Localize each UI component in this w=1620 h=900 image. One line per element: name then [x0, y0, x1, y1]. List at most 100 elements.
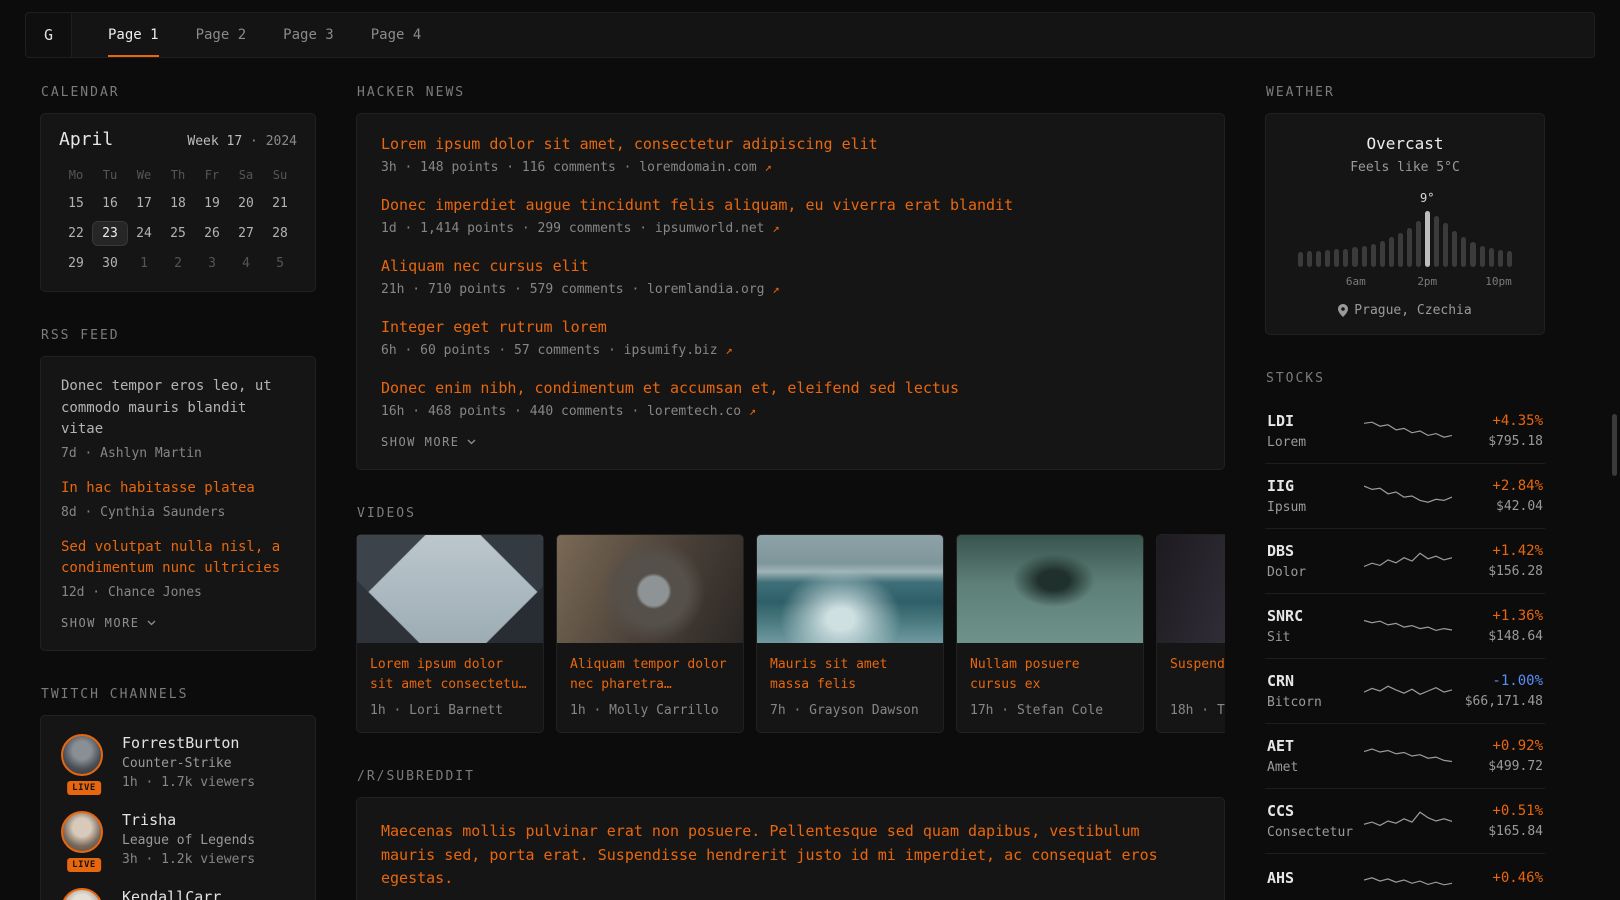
external-link-icon[interactable]: ↗ — [772, 221, 779, 235]
calendar-day: 24 — [127, 222, 161, 245]
weather-bar — [1298, 252, 1303, 267]
video-card[interactable]: Nullam posuere cursus ex 17h · Stefan Co… — [956, 534, 1144, 733]
stock-change: +1.42% — [1457, 543, 1543, 559]
video-card[interactable]: Lorem ipsum dolor sit amet consectetu… 1… — [356, 534, 544, 733]
stock-id: DBS Dolor — [1267, 542, 1359, 580]
stock-change: +0.46% — [1457, 870, 1543, 886]
hn-item-meta: 16h · 468 points · 440 comments · loremt… — [381, 404, 1200, 419]
stock-row[interactable]: SNRC Sit +1.36% $148.64 — [1265, 594, 1545, 659]
channel-name[interactable]: ForrestBurton — [122, 734, 255, 752]
stock-price: $42.04 — [1457, 499, 1543, 514]
top-bar: G Page 1 Page 2 Page 3 Page 4 — [25, 12, 1595, 58]
channel-category[interactable]: Counter-Strike — [122, 756, 255, 771]
hackernews-widget: Lorem ipsum dolor sit amet, consectetur … — [356, 113, 1225, 470]
video-meta: 7h · Grayson Dawson — [757, 695, 943, 732]
weather-bar — [1325, 250, 1330, 267]
hn-item-title[interactable]: Integer eget rutrum lorem — [381, 318, 1200, 336]
hn-item-meta: 1d · 1,414 points · 299 comments · ipsum… — [381, 221, 1200, 236]
video-thumbnail[interactable] — [557, 535, 743, 643]
stock-id: LDI Lorem — [1267, 412, 1359, 450]
subreddit-post-title[interactable]: Maecenas mollis pulvinar erat non posuer… — [381, 820, 1200, 890]
hn-item-title[interactable]: Donec imperdiet augue tincidunt felis al… — [381, 196, 1200, 214]
weather-bar — [1316, 251, 1321, 267]
video-title[interactable]: Mauris sit amet massa felis — [757, 643, 943, 695]
stock-price: $165.84 — [1457, 824, 1543, 839]
hn-meta-text: 21h · 710 points · 579 comments · loreml… — [381, 282, 765, 297]
stock-name: Dolor — [1267, 565, 1359, 580]
weather-bar — [1352, 247, 1357, 267]
video-thumbnail[interactable] — [357, 535, 543, 643]
rss-item: Sed volutpat nulla nisl, a condimentum n… — [61, 537, 295, 600]
stock-row[interactable]: AET Amet +0.92% $499.72 — [1265, 724, 1545, 789]
video-title[interactable]: Nullam posuere cursus ex — [957, 643, 1143, 695]
channel-name[interactable]: KendallCarr — [122, 888, 221, 900]
subreddit-post: Maecenas mollis pulvinar erat non posuer… — [381, 820, 1200, 900]
twitch-channel-row[interactable]: LIVE Trisha League of Legends 3h · 1.2k … — [61, 811, 295, 867]
weather-bar — [1380, 241, 1385, 267]
stock-id: IIG Ipsum — [1267, 477, 1359, 515]
tab-page-2[interactable]: Page 2 — [196, 13, 247, 57]
stock-row[interactable]: IIG Ipsum +2.84% $42.04 — [1265, 464, 1545, 529]
external-link-icon[interactable]: ↗ — [725, 343, 732, 357]
video-card[interactable]: Mauris sit amet massa felis 7h · Grayson… — [756, 534, 944, 733]
rss-item-title[interactable]: Sed volutpat nulla nisl, a condimentum n… — [61, 537, 295, 580]
calendar-day: 22 — [59, 222, 93, 245]
weather-bar — [1334, 249, 1339, 267]
show-more-label: SHOW MORE — [381, 435, 460, 449]
stock-sparkline — [1359, 808, 1457, 834]
stock-sparkline — [1359, 743, 1457, 769]
weather-hours: 6am2pm10pm — [1298, 275, 1512, 290]
show-more-label: SHOW MORE — [61, 616, 140, 630]
stocks-list: LDI Lorem +4.35% $795.18 IIG Ipsum +2.84… — [1265, 399, 1545, 900]
video-card[interactable]: Suspendisse diam 18h · Tara — [1156, 534, 1225, 733]
channel-avatar-image — [61, 734, 103, 776]
stock-row[interactable]: LDI Lorem +4.35% $795.18 — [1265, 399, 1545, 464]
rss-item-title[interactable]: In hac habitasse platea — [61, 478, 295, 500]
video-title[interactable]: Lorem ipsum dolor sit amet consectetu… — [357, 643, 543, 695]
video-title[interactable]: Aliquam tempor dolor nec pharetra… — [557, 643, 743, 695]
weather-hour-label: 2pm — [1417, 275, 1437, 288]
external-link-icon[interactable]: ↗ — [765, 160, 772, 174]
external-link-icon[interactable]: ↗ — [772, 282, 779, 296]
video-thumbnail[interactable] — [957, 535, 1143, 643]
weather-bar — [1425, 211, 1430, 267]
video-thumbnail[interactable] — [1157, 535, 1225, 643]
twitch-channel-row[interactable]: LIVE KendallCarr — [61, 888, 295, 900]
rss-item-title[interactable]: Donec tempor eros leo, ut commodo mauris… — [61, 376, 295, 441]
stock-sparkline — [1359, 613, 1457, 639]
twitch-channel-row[interactable]: LIVE ForrestBurton Counter-Strike 1h · 1… — [61, 734, 295, 790]
rss-show-more-button[interactable]: SHOW MORE — [61, 616, 295, 630]
tab-page-4[interactable]: Page 4 — [371, 13, 422, 57]
app-logo[interactable]: G — [26, 13, 72, 57]
tab-page-3[interactable]: Page 3 — [283, 13, 334, 57]
rss-item-meta: 12d · Chance Jones — [61, 585, 295, 600]
chevron-down-icon — [147, 620, 156, 626]
stock-row[interactable]: CRN Bitcorn -1.00% $66,171.48 — [1265, 659, 1545, 724]
video-card[interactable]: Aliquam tempor dolor nec pharetra… 1h · … — [556, 534, 744, 733]
hn-item-title[interactable]: Aliquam nec cursus elit — [381, 257, 1200, 275]
stock-id: CRN Bitcorn — [1267, 672, 1359, 710]
dot-separator: · — [250, 134, 258, 149]
rss-item-meta: 8d · Cynthia Saunders — [61, 505, 295, 520]
stock-row[interactable]: AHS +0.46% — [1265, 854, 1545, 900]
page-tabs: Page 1 Page 2 Page 3 Page 4 — [108, 13, 421, 57]
hn-item-title[interactable]: Lorem ipsum dolor sit amet, consectetur … — [381, 135, 1200, 153]
hn-show-more-button[interactable]: SHOW MORE — [381, 435, 1200, 449]
external-link-icon[interactable]: ↗ — [749, 404, 756, 418]
tab-page-1[interactable]: Page 1 — [108, 13, 159, 57]
video-thumbnail[interactable] — [757, 535, 943, 643]
weather-bar — [1498, 250, 1503, 267]
stock-symbol: AET — [1267, 737, 1359, 755]
channel-name[interactable]: Trisha — [122, 811, 255, 829]
video-title[interactable]: Suspendisse diam — [1157, 643, 1225, 695]
hn-item: Aliquam nec cursus elit 21h · 710 points… — [381, 257, 1200, 297]
stock-row[interactable]: CCS Consectetur +0.51% $165.84 — [1265, 789, 1545, 854]
vertical-scrollbar-thumb[interactable] — [1612, 414, 1617, 476]
hn-item-title[interactable]: Donec enim nibh, condimentum et accumsan… — [381, 379, 1200, 397]
live-badge: LIVE — [67, 781, 101, 795]
hn-meta-text: 1d · 1,414 points · 299 comments · ipsum… — [381, 221, 765, 236]
calendar-day: 20 — [229, 192, 263, 215]
hn-item-meta: 3h · 148 points · 116 comments · loremdo… — [381, 160, 1200, 175]
channel-category[interactable]: League of Legends — [122, 833, 255, 848]
stock-row[interactable]: DBS Dolor +1.42% $156.28 — [1265, 529, 1545, 594]
